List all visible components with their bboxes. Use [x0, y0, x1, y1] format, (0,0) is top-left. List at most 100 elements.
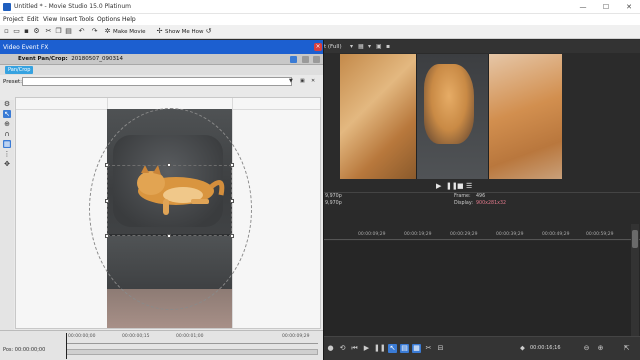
undo-icon[interactable]: ↶: [78, 28, 85, 35]
fx-tab-row: Pan/Crop: [0, 65, 323, 75]
copy-icon[interactable]: ❐: [55, 28, 62, 35]
pan-crop-canvas[interactable]: [15, 97, 321, 329]
grid-icon[interactable]: ⋮: [3, 150, 11, 158]
zoom-icon[interactable]: ⊕: [3, 120, 11, 128]
copy-snapshot-icon[interactable]: ▣: [376, 43, 382, 50]
timeline-tracks[interactable]: [324, 241, 640, 336]
paste-icon[interactable]: ▤: [65, 28, 72, 35]
ruler-tick: 00:00:00;00: [68, 334, 96, 339]
menu-help[interactable]: Help: [122, 16, 136, 23]
open-icon[interactable]: ▭: [13, 28, 20, 35]
lock-icon[interactable]: ∩: [3, 130, 11, 138]
timeline-tick: 00:00:39;29: [496, 232, 524, 237]
selection-tool-icon[interactable]: ▦: [412, 344, 421, 353]
keyframe-bar[interactable]: [66, 349, 318, 355]
timeline-tick: 00:00:49;29: [542, 232, 570, 237]
cut-icon[interactable]: ✂: [45, 28, 52, 35]
move-icon[interactable]: ✥: [3, 160, 11, 168]
preset-label: Preset:: [3, 79, 23, 85]
display-value: 900x281x32: [476, 201, 507, 206]
play-start-icon[interactable]: ⏮: [350, 344, 359, 353]
trim-icon[interactable]: ⊟: [436, 344, 445, 353]
minimize-button[interactable]: —: [573, 0, 593, 14]
ruler-tick: 00:00:01;00: [176, 334, 204, 339]
maximize-button[interactable]: ☐: [596, 0, 616, 14]
pause-icon[interactable]: ❚❚: [374, 344, 386, 353]
preview-toolbar: t (Full) ▾ ▦ ▾ ▣ ▪: [324, 40, 640, 53]
close-button[interactable]: ✕: [619, 0, 639, 14]
save-preset-icon[interactable]: ▣: [300, 78, 305, 84]
chevron-down-icon[interactable]: ▾: [368, 43, 371, 50]
crop-handle-t[interactable]: [167, 163, 171, 167]
expand-icon[interactable]: ⇱: [622, 344, 631, 353]
split-icon[interactable]: ✂: [424, 344, 433, 353]
chevron-down-icon[interactable]: ▼: [289, 78, 293, 84]
crop-handle-tr[interactable]: [230, 163, 234, 167]
crop-handle-br[interactable]: [230, 234, 234, 238]
preview-info-resolution: 9,970p: [325, 201, 342, 206]
fx-chain-icon[interactable]: [290, 56, 297, 63]
project-info: 9,970p: [325, 194, 342, 199]
menu-icon[interactable]: ☰: [466, 182, 472, 190]
delete-preset-icon[interactable]: ✕: [311, 78, 315, 84]
menu-view[interactable]: View: [43, 16, 57, 23]
loop-icon[interactable]: ⟲: [338, 344, 347, 353]
menu-project[interactable]: Project: [3, 16, 24, 23]
show-me-how-button[interactable]: Show Me How: [165, 29, 203, 35]
save-snapshot-icon[interactable]: ▪: [386, 43, 390, 50]
tab-pan-crop[interactable]: Pan/Crop: [5, 66, 34, 74]
pause-icon[interactable]: ❚❚: [446, 182, 458, 190]
timeline-scrollbar[interactable]: [631, 224, 639, 340]
play-icon[interactable]: ▶: [362, 344, 371, 353]
preview-info: 9,970p 9,970p Frame: 496 Display: 900x28…: [324, 192, 640, 209]
play-icon[interactable]: ▶: [436, 182, 441, 190]
remove-fx-icon[interactable]: [313, 56, 320, 63]
frame-label: Frame:: [454, 194, 471, 199]
save-icon[interactable]: ▪: [23, 28, 30, 35]
plugin-chooser-icon[interactable]: [302, 56, 309, 63]
menu-options[interactable]: Options: [97, 16, 120, 23]
envelope-tool-icon[interactable]: ▤: [400, 344, 409, 353]
event-name: 20180507_090314: [71, 56, 123, 62]
normal-edit-tool-icon[interactable]: ↖: [388, 344, 397, 353]
redo-icon[interactable]: ↷: [91, 28, 98, 35]
preview-quality[interactable]: t (Full): [324, 44, 342, 50]
timeline-tick: 00:00:19;29: [404, 232, 432, 237]
chevron-down-icon[interactable]: ▾: [350, 43, 353, 50]
fx-panel-title: Video Event FX: [3, 44, 49, 51]
menu-insert[interactable]: Insert: [60, 16, 77, 23]
timeline-tick: 00:00:29;29: [450, 232, 478, 237]
crop-handle-r[interactable]: [230, 199, 234, 203]
crop-handle-l[interactable]: [105, 199, 109, 203]
keyframe-cursor[interactable]: [66, 333, 67, 359]
menu-tools[interactable]: Tools: [79, 16, 94, 23]
menu-edit[interactable]: Edit: [27, 16, 39, 23]
record-icon[interactable]: ●: [326, 344, 335, 353]
help-icon[interactable]: ↺: [205, 28, 212, 35]
crop-handle-bl[interactable]: [105, 234, 109, 238]
crop-rectangle[interactable]: [107, 165, 232, 236]
stop-icon[interactable]: ■: [457, 182, 464, 190]
zoom-in-icon[interactable]: ⊕: [596, 344, 605, 353]
properties-icon[interactable]: ⚙: [33, 28, 40, 35]
preview-image: [340, 54, 562, 179]
pointer-tool-icon[interactable]: ↖: [3, 110, 11, 118]
title-bar: Untitled * - Movie Studio 15.0 Platinum …: [0, 0, 640, 14]
make-movie-button[interactable]: Make Movie: [113, 29, 146, 35]
preset-dropdown[interactable]: [22, 77, 292, 86]
make-movie-icon[interactable]: ✲: [104, 28, 111, 35]
close-icon[interactable]: ×: [314, 43, 322, 51]
aspect-icon[interactable]: ▦: [3, 140, 11, 148]
fx-panel-header: Video Event FX ×: [0, 40, 323, 54]
new-project-icon[interactable]: ▫: [3, 28, 10, 35]
main-toolbar: ▫ ▭ ▪ ⚙ ✂ ❐ ▤ ↶ ↷ ✲ Make Movie ✢ Show Me…: [0, 25, 640, 39]
video-event-fx-panel: Video Event FX × Event Pan/Crop: 2018050…: [0, 40, 323, 360]
transport-controls: ▶ ❚❚ ■ ☰: [324, 181, 640, 191]
grid-overlay-icon[interactable]: ▦: [358, 43, 364, 50]
zoom-out-icon[interactable]: ⊖: [582, 344, 591, 353]
crop-handle-tl[interactable]: [105, 163, 109, 167]
show-me-how-icon[interactable]: ✢: [156, 28, 163, 35]
settings-icon[interactable]: ⚙: [3, 100, 11, 108]
position-readout: Pos: 00:00:00;00: [3, 347, 46, 353]
crop-handle-b[interactable]: [167, 234, 171, 238]
